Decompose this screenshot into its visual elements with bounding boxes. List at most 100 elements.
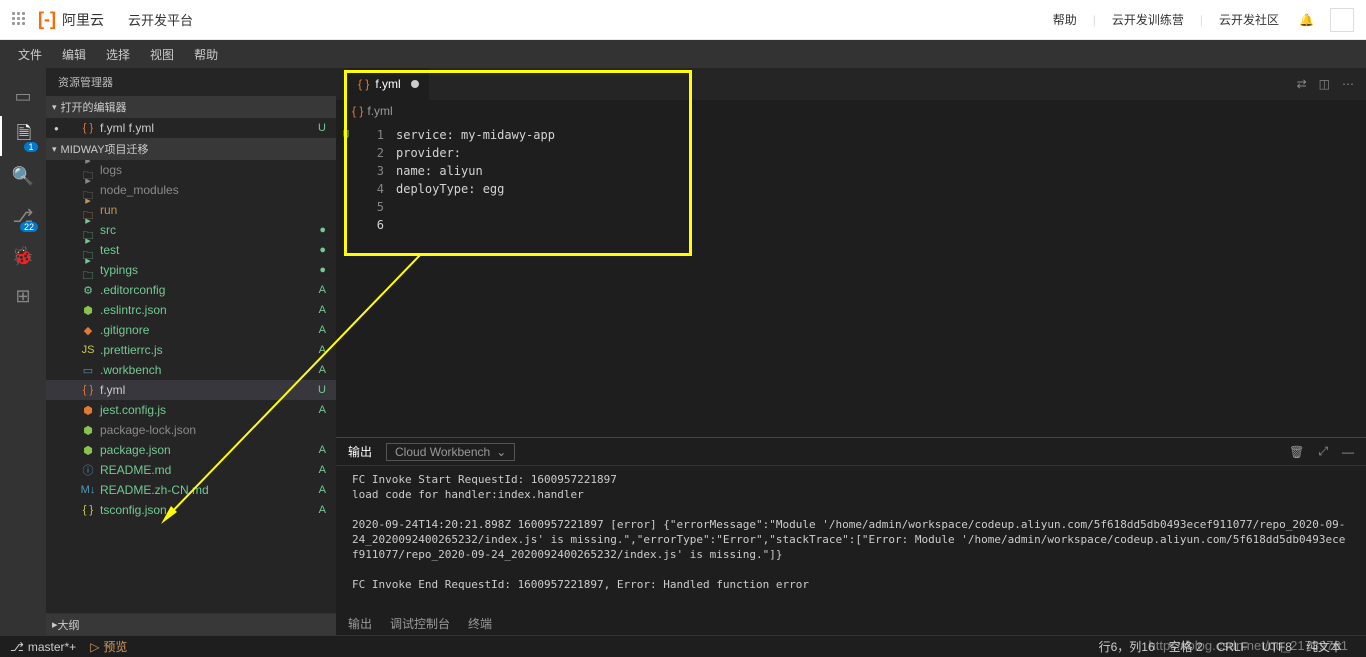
- status-marker: A: [319, 304, 326, 316]
- tree-item--prettierrc-js[interactable]: JS.prettierrc.jsA: [46, 340, 336, 360]
- status-marker: U: [318, 384, 326, 396]
- apps-icon[interactable]: [12, 12, 28, 28]
- file-icon: ⚙: [80, 284, 96, 297]
- status-marker: A: [319, 344, 326, 356]
- tab-fyml[interactable]: { } f.yml: [348, 68, 429, 100]
- panel-bottom-tabs: 输出 调试控制台 终端: [336, 611, 1366, 635]
- tree-item--editorconfig[interactable]: ⚙.editorconfigA: [46, 280, 336, 300]
- output-channel-dropdown[interactable]: Cloud Workbench⌄: [386, 443, 515, 461]
- yml-icon: { }: [358, 77, 369, 91]
- yml-icon: { }: [80, 122, 96, 134]
- file-icon: M↓: [80, 484, 96, 496]
- preview-button[interactable]: ▷ 预览: [90, 638, 127, 655]
- close-panel-icon[interactable]: —: [1342, 445, 1354, 459]
- indent-info[interactable]: 空格 2: [1169, 638, 1203, 655]
- tree-item--eslintrc-json[interactable]: ⬢.eslintrc.jsonA: [46, 300, 336, 320]
- tree-item--workbench[interactable]: ▭.workbenchA: [46, 360, 336, 380]
- status-marker: ●: [319, 264, 326, 276]
- file-icon: ⓘ: [80, 462, 96, 478]
- split-icon[interactable]: ◫: [1319, 77, 1330, 91]
- help-link[interactable]: 帮助: [1053, 11, 1077, 28]
- training-link[interactable]: 云开发训练营: [1112, 11, 1184, 28]
- explorer-icon[interactable]: 🗎1: [0, 116, 46, 156]
- tree-item-f-yml[interactable]: { }f.ymlU: [46, 380, 336, 400]
- panel-tab-output[interactable]: 输出: [348, 443, 372, 460]
- file-icon: ▭: [80, 364, 96, 377]
- btab-debug[interactable]: 调试控制台: [390, 615, 450, 632]
- status-bar: ⎇ master*+ ▷ 预览 行6，列16 空格 2 CRLF UTF8 纯文…: [0, 635, 1366, 657]
- panel-tabs: 输出 Cloud Workbench⌄ 🗑 ⤢ —: [336, 438, 1366, 466]
- modified-indicator: [411, 80, 419, 88]
- tree-item-tsconfig-json[interactable]: { }tsconfig.jsonA: [46, 500, 336, 520]
- tree-item-package-lock-json[interactable]: ⬢package-lock.json: [46, 420, 336, 440]
- branch-indicator[interactable]: ⎇ master*+: [10, 640, 76, 654]
- compare-icon[interactable]: ⇄: [1297, 77, 1307, 91]
- chevron-down-icon: ⌄: [496, 445, 506, 459]
- project-header[interactable]: ▾MIDWAY项目迁移: [46, 138, 336, 160]
- editor-area: { } f.yml ⇄ ◫ ⋯ { } f.yml U 123456 servi…: [336, 68, 1366, 635]
- eol-info[interactable]: CRLF: [1217, 640, 1248, 654]
- panel-output[interactable]: FC Invoke Start RequestId: 1600957221897…: [336, 466, 1366, 611]
- cursor-pos[interactable]: 行6，列16: [1099, 638, 1155, 655]
- tree-item--gitignore[interactable]: ◆.gitignoreA: [46, 320, 336, 340]
- tab-bar: { } f.yml ⇄ ◫ ⋯: [336, 68, 1366, 100]
- file-icon: ⬢: [80, 404, 96, 417]
- code-lines[interactable]: service: my-midawy-app provider: name: a…: [396, 126, 1366, 437]
- status-marker: A: [319, 504, 326, 516]
- file-icon: ⬢: [80, 444, 96, 457]
- file-icon: { }: [80, 504, 96, 516]
- menu-help[interactable]: 帮助: [184, 46, 228, 63]
- avatar[interactable]: [1330, 8, 1354, 32]
- tree-item-package-json[interactable]: ⬢package.jsonA: [46, 440, 336, 460]
- tree-item-README-md[interactable]: ⓘREADME.mdA: [46, 460, 336, 480]
- menu-select[interactable]: 选择: [96, 46, 140, 63]
- community-link[interactable]: 云开发社区: [1219, 11, 1279, 28]
- maximize-icon[interactable]: ⤢: [1318, 444, 1328, 459]
- outline-header[interactable]: ▸大纲: [46, 613, 336, 635]
- status-marker: A: [319, 324, 326, 336]
- scm-icon[interactable]: ⎇22: [0, 196, 46, 236]
- modified-dot: ●: [54, 124, 59, 133]
- panel: 输出 Cloud Workbench⌄ 🗑 ⤢ — FC Invoke Star…: [336, 437, 1366, 635]
- scm-badge: 22: [20, 222, 38, 232]
- bell-icon[interactable]: 🔔: [1299, 13, 1314, 27]
- tree-item-typings[interactable]: ▸ 🗀typings●: [46, 260, 336, 280]
- btab-output[interactable]: 输出: [348, 615, 372, 632]
- clear-icon[interactable]: 🗑: [1289, 445, 1304, 459]
- debug-icon[interactable]: 🐞: [0, 236, 46, 276]
- encoding-info[interactable]: UTF8: [1262, 640, 1292, 654]
- breadcrumb[interactable]: { } f.yml: [336, 100, 1366, 122]
- status-marker: A: [319, 404, 326, 416]
- db-icon[interactable]: ▭: [0, 76, 46, 116]
- ext-icon[interactable]: ⊞: [0, 276, 46, 316]
- btab-terminal[interactable]: 终端: [468, 615, 492, 632]
- menu-bar: 文件 编辑 选择 视图 帮助: [0, 40, 1366, 68]
- lang-mode[interactable]: 纯文本: [1306, 638, 1342, 655]
- search-icon[interactable]: 🔍: [0, 156, 46, 196]
- status-u: U: [318, 122, 326, 134]
- open-editor-item[interactable]: ● { } f.yml f.yml U: [46, 118, 336, 138]
- status-marker: A: [319, 484, 326, 496]
- sidebar: 资源管理器 ▾打开的编辑器 ● { } f.yml f.yml U ▾MIDWA…: [46, 68, 336, 635]
- code-editor[interactable]: U 123456 service: my-midawy-app provider…: [336, 122, 1366, 437]
- activity-bar: ▭ 🗎1 🔍 ⎇22 🐞 ⊞: [0, 68, 46, 635]
- explorer-badge: 1: [24, 142, 38, 152]
- tree-item-README-zh-CN-md[interactable]: M↓README.zh-CN.mdA: [46, 480, 336, 500]
- sidebar-title: 资源管理器: [46, 68, 336, 96]
- logo-text: 阿里云: [62, 10, 104, 30]
- file-icon: { }: [80, 384, 96, 396]
- file-icon: ⬢: [80, 304, 96, 317]
- menu-file[interactable]: 文件: [8, 46, 52, 63]
- menu-view[interactable]: 视图: [140, 46, 184, 63]
- yml-icon: { }: [352, 104, 363, 118]
- more-icon[interactable]: ⋯: [1342, 77, 1354, 91]
- file-icon: ⬢: [80, 424, 96, 437]
- open-editors-header[interactable]: ▾打开的编辑器: [46, 96, 336, 118]
- status-marker: A: [319, 284, 326, 296]
- gutter-status: U: [336, 126, 356, 437]
- menu-edit[interactable]: 编辑: [52, 46, 96, 63]
- file-icon: JS: [80, 344, 96, 356]
- status-marker: A: [319, 444, 326, 456]
- tree-item-jest-config-js[interactable]: ⬢jest.config.jsA: [46, 400, 336, 420]
- logo-symbol: [-]: [38, 9, 56, 30]
